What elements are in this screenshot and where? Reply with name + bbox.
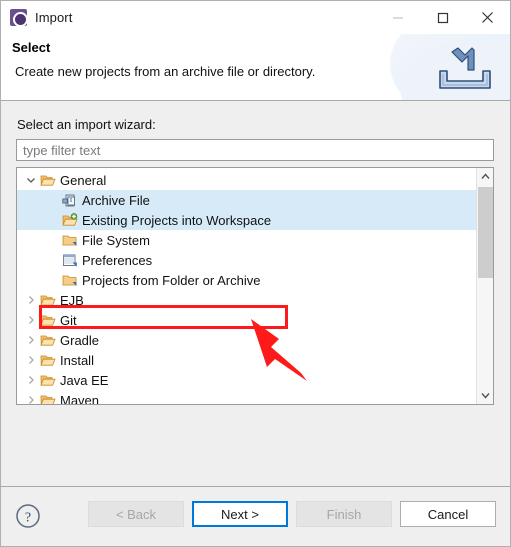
tree-twisty[interactable] [23,395,39,404]
tree-item-install[interactable]: Install [17,350,476,370]
tree-item-ejb[interactable]: EJB [17,290,476,310]
archive-file-icon [62,194,75,206]
chevron-up-icon [480,173,490,179]
tree-twisty[interactable] [23,355,39,365]
folder-open-icon [40,175,56,186]
minimize-button[interactable] [375,1,420,34]
page-subtitle: Create new projects from an archive file… [15,64,316,79]
twisty-collapsed-icon [29,376,34,384]
chevron-down-icon [480,393,490,399]
cancel-button[interactable]: Cancel [400,501,496,527]
tree-item-projects-from-folder-or-archive[interactable]: Projects from Folder or Archive [17,270,476,290]
twisty-expanded-icon [27,178,35,183]
tree-item-archive-file[interactable]: Archive File [17,190,476,210]
tree-item-label: Maven [60,392,100,405]
page-title: Select [12,40,51,55]
twisty-collapsed-icon [29,296,34,304]
tree-item-icon [39,313,57,328]
folder-open-icon [40,335,56,346]
wizard-tree-panel: General Archive File Existing Projects int… [16,167,494,405]
filter-input[interactable] [16,139,494,161]
tree-item-label: Java EE [60,372,109,388]
tree-item-label: Install [60,352,94,368]
tree-item-label: Archive File [82,192,154,208]
twisty-collapsed-icon [29,396,34,404]
header-banner [390,34,510,100]
maximize-button[interactable] [420,1,465,34]
folder-open-icon [40,395,56,404]
window-controls [375,1,510,34]
eclipse-import-icon [10,9,28,27]
tree-twisty[interactable] [23,315,39,325]
tree-twisty[interactable] [23,375,39,385]
finish-button: Finish [296,501,392,527]
tree-item-label: Preferences [82,252,153,268]
tree-item-general[interactable]: General [17,170,476,190]
tree-item-icon [39,393,57,404]
preferences-icon [63,254,77,267]
back-button: < Back [88,501,184,527]
tree-vertical-scrollbar[interactable] [476,168,493,404]
wizard-body: Select an import wizard: General Archive … [1,101,510,486]
tree-item-icon [61,233,79,248]
tree-item-label: File System [82,232,150,248]
svg-text:?: ? [25,511,31,526]
tree-item-maven[interactable]: Maven [17,390,476,404]
window-title: Import [35,10,73,25]
minimize-icon [392,17,403,18]
tree-item-label: General [60,172,107,188]
tree-item-icon [39,293,57,308]
scroll-down-button[interactable] [477,387,493,404]
import-wizard-dialog: Import Select Create new projects from a… [0,0,511,547]
tree-item-existing-projects-into-workspace[interactable]: Existing Projects into Workspace [17,210,476,230]
tree-item-preferences[interactable]: Preferences [17,250,476,270]
wizard-footer: ? < Back Next > Finish Cancel [1,486,510,546]
tree-item-label: Git [60,312,77,328]
tree-item-icon [61,253,79,268]
tree-item-file-system[interactable]: File System [17,230,476,250]
tree-item-icon [61,212,79,228]
folder-open-icon [40,375,56,386]
help-question-icon[interactable]: ? [15,503,41,529]
close-icon [482,12,493,23]
next-button[interactable]: Next > [192,501,288,527]
tree-item-icon [39,173,57,188]
twisty-collapsed-icon [29,316,34,324]
twisty-collapsed-icon [29,336,34,344]
tree-item-label: Gradle [60,332,100,348]
tree-twisty[interactable] [23,295,39,305]
folder-icon [62,235,77,246]
tree-item-gradle[interactable]: Gradle [17,330,476,350]
tree-twisty[interactable] [23,335,39,345]
wizard-tree[interactable]: General Archive File Existing Projects int… [17,168,476,404]
tree-item-label: EJB [60,292,84,308]
folder-icon [62,275,77,286]
tree-item-icon [39,373,57,388]
tree-item-icon [39,333,57,348]
tree-item-java-ee[interactable]: Java EE [17,370,476,390]
tree-item-label: Projects from Folder or Archive [82,272,261,288]
footer-button-row: < Back Next > Finish Cancel [88,501,496,527]
select-wizard-label: Select an import wizard: [17,117,156,132]
tree-item-icon [61,273,79,288]
import-project-icon [62,212,78,226]
folder-open-icon [40,355,56,366]
tree-item-icon [39,353,57,368]
tree-item-git[interactable]: Git [17,310,476,330]
folder-open-icon [40,315,56,326]
scroll-thumb[interactable] [478,187,493,278]
tree-item-icon [61,193,79,208]
tree-item-label: Existing Projects into Workspace [82,212,276,228]
title-bar: Import [1,1,510,34]
import-arrow-into-tray-icon [439,47,491,89]
close-button[interactable] [465,1,510,34]
wizard-header: Select Create new projects from an archi… [1,34,510,101]
maximize-icon [437,12,448,23]
folder-open-icon [40,295,56,306]
tree-twisty[interactable] [23,175,39,185]
scroll-up-button[interactable] [477,168,493,185]
twisty-collapsed-icon [29,356,34,364]
